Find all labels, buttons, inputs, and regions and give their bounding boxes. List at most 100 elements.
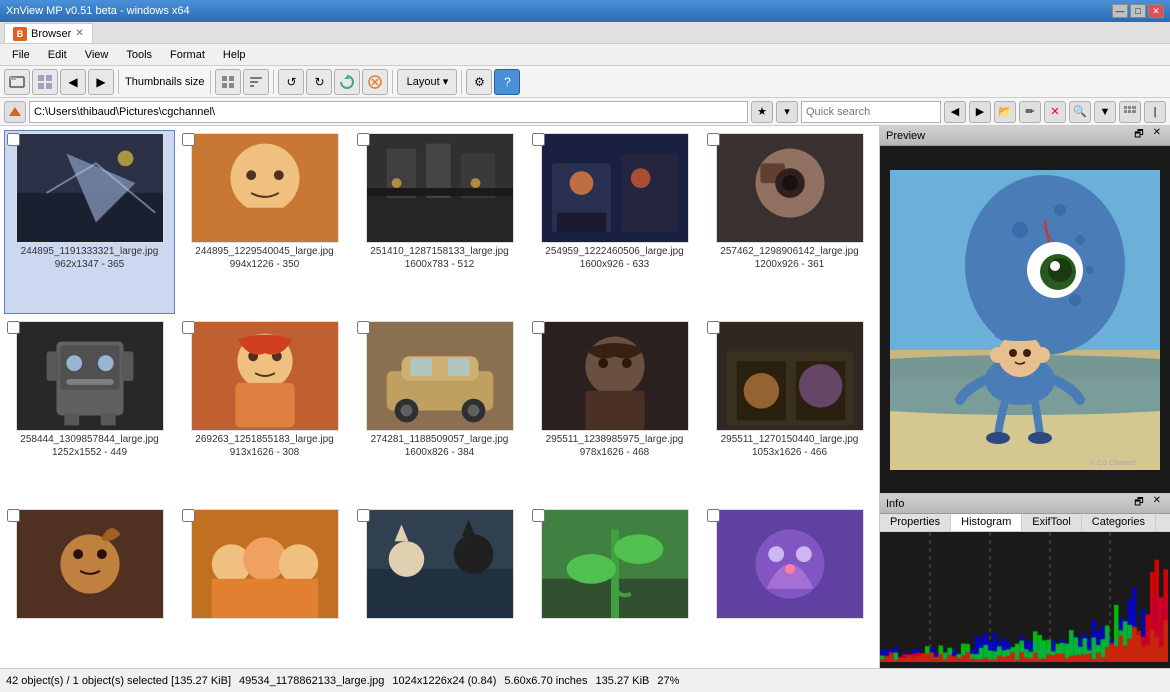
search-funnel-btn[interactable]: ▼ (1094, 101, 1116, 123)
nav-back[interactable]: ◀ (60, 69, 86, 95)
thumb-checkbox-6[interactable] (182, 321, 195, 334)
search-clear-btn[interactable]: ✕ (1044, 101, 1066, 123)
toolbar: ◀ ▶ Thumbnails size ↺ ↻ Layout ▾ ⚙ ? (0, 66, 1170, 98)
info-panel: Info 🗗 ✕ Properties Histogram ExifTool C… (880, 493, 1170, 668)
search-input[interactable] (801, 101, 941, 123)
nav-up-btn[interactable] (4, 101, 26, 123)
sep2 (210, 70, 211, 94)
statusbar: 42 object(s) / 1 object(s) selected [135… (0, 668, 1170, 692)
tab-categories[interactable]: Categories (1082, 514, 1156, 531)
view-toggle-btn[interactable] (1119, 101, 1141, 123)
minimize-button[interactable]: — (1112, 4, 1128, 18)
nav-fwd[interactable]: ▶ (88, 69, 114, 95)
info-restore-btn[interactable]: 🗗 (1131, 495, 1146, 512)
browse-button[interactable] (4, 69, 30, 95)
tab-close-icon[interactable]: ✕ (75, 28, 83, 39)
preview-label: Preview (886, 130, 925, 142)
star-btn[interactable]: ★ (751, 101, 773, 123)
view-btn[interactable] (32, 69, 58, 95)
menu-view[interactable]: View (77, 47, 117, 63)
settings-btn[interactable]: ⚙ (466, 69, 492, 95)
thumbnail-grid[interactable]: 244895_1191333321_large.jpg 962x1347 - 3… (0, 126, 879, 668)
preview-panel: © CG Channel (880, 146, 1170, 493)
search-back-btn[interactable]: ◀ (944, 101, 966, 123)
search-open-btn[interactable]: 📂 (994, 101, 1016, 123)
thumb-checkbox-2[interactable] (357, 133, 370, 146)
thumb-checkbox-14[interactable] (707, 509, 720, 522)
sep1 (118, 70, 119, 94)
help-btn[interactable]: ? (494, 69, 520, 95)
thumb-checkbox-4[interactable] (707, 133, 720, 146)
search-filter-btn[interactable]: 🔍 (1069, 101, 1091, 123)
close-button[interactable]: ✕ (1148, 4, 1164, 18)
thumbnail-item-3[interactable]: 254959_1222460506_large.jpg 1600x926 - 6… (529, 130, 700, 314)
rotate-left-btn[interactable]: ↺ (278, 69, 304, 95)
browser-tab[interactable]: B Browser ✕ (4, 23, 93, 43)
preview-restore-btn[interactable]: 🗗 (1131, 127, 1146, 144)
menu-help[interactable]: Help (215, 47, 254, 63)
thumbnail-item-9[interactable]: 295511_1270150440_large.jpg 1053x1626 - … (704, 318, 875, 502)
thumb-label-0: 244895_1191333321_large.jpg 962x1347 - 3… (7, 245, 172, 271)
thumbnail-item-8[interactable]: 295511_1238985975_large.jpg 978x1626 - 4… (529, 318, 700, 502)
tab-exiftool[interactable]: ExifTool (1022, 514, 1082, 531)
thumb-checkbox-11[interactable] (182, 509, 195, 522)
tab-properties[interactable]: Properties (880, 514, 951, 531)
thumbnail-item-7[interactable]: 274281_1188509057_large.jpg 1600x826 - 3… (354, 318, 525, 502)
histogram-content (880, 532, 1170, 668)
menu-file[interactable]: File (4, 47, 38, 63)
sort-btn[interactable] (243, 69, 269, 95)
thumbnail-item-4[interactable]: 257462_1298906142_large.jpg 1200x926 - 3… (704, 130, 875, 314)
menu-tools[interactable]: Tools (118, 47, 160, 63)
maximize-button[interactable]: □ (1130, 4, 1146, 18)
thumbnail-item-11[interactable] (179, 506, 350, 664)
thumb-checkbox-1[interactable] (182, 133, 195, 146)
thumbnail-item-13[interactable] (529, 506, 700, 664)
thumb-label-9: 295511_1270150440_large.jpg 1053x1626 - … (707, 433, 872, 459)
thumb-checkbox-10[interactable] (7, 509, 20, 522)
thumb-checkbox-8[interactable] (532, 321, 545, 334)
thumb-image-8 (541, 321, 689, 431)
address-input[interactable] (29, 101, 748, 123)
menubar: File Edit View Tools Format Help (0, 44, 1170, 66)
refresh-btn[interactable] (334, 69, 360, 95)
thumb-size-btn[interactable] (215, 69, 241, 95)
info-close-btn[interactable]: ✕ (1150, 495, 1164, 512)
right-panel: Preview 🗗 ✕ (880, 126, 1170, 668)
search-fwd-btn[interactable]: ▶ (969, 101, 991, 123)
thumbnail-item-10[interactable] (4, 506, 175, 664)
tab-histogram[interactable]: Histogram (951, 514, 1022, 531)
thumb-checkbox-9[interactable] (707, 321, 720, 334)
panel-toggle-btn[interactable]: | (1144, 101, 1166, 123)
dropdown-btn[interactable]: ▾ (776, 101, 798, 123)
thumbnail-item-14[interactable] (704, 506, 875, 664)
layout-btn[interactable]: Layout ▾ (397, 69, 457, 95)
thumb-label-6: 269263_1251855183_large.jpg 913x1626 - 3… (182, 433, 347, 459)
rotate-right-btn[interactable]: ↻ (306, 69, 332, 95)
thumb-checkbox-7[interactable] (357, 321, 370, 334)
search-edit-btn[interactable]: ✏ (1019, 101, 1041, 123)
info-label: Info (886, 498, 904, 510)
preview-close-btn[interactable]: ✕ (1150, 127, 1164, 144)
menu-edit[interactable]: Edit (40, 47, 75, 63)
thumbnail-item-5[interactable]: 258444_1309857844_large.jpg 1252x1552 - … (4, 318, 175, 502)
thumb-image-10 (16, 509, 164, 619)
thumb-label-7: 274281_1188509057_large.jpg 1600x826 - 3… (357, 433, 522, 459)
menu-format[interactable]: Format (162, 47, 213, 63)
thumb-image-5 (16, 321, 164, 431)
main-area: 244895_1191333321_large.jpg 962x1347 - 3… (0, 126, 1170, 668)
status-filename: 49534_1178862133_large.jpg (239, 675, 384, 687)
thumb-checkbox-0[interactable] (7, 133, 20, 146)
thumb-checkbox-13[interactable] (532, 509, 545, 522)
thumb-checkbox-3[interactable] (532, 133, 545, 146)
thumb-checkbox-12[interactable] (357, 509, 370, 522)
thumbnail-item-0[interactable]: 244895_1191333321_large.jpg 962x1347 - 3… (4, 130, 175, 314)
thumb-checkbox-5[interactable] (7, 321, 20, 334)
thumbnail-item-2[interactable]: 251410_1287158133_large.jpg 1600x783 - 5… (354, 130, 525, 314)
thumb-image-11 (191, 509, 339, 619)
thumb-label-8: 295511_1238985975_large.jpg 978x1626 - 4… (532, 433, 697, 459)
thumbnail-item-1[interactable]: 244895_1229540045_large.jpg 994x1226 - 3… (179, 130, 350, 314)
thumbnail-item-6[interactable]: 269263_1251855183_large.jpg 913x1626 - 3… (179, 318, 350, 502)
thumbnail-item-12[interactable] (354, 506, 525, 664)
svg-text:© CG Channel: © CG Channel (1090, 459, 1136, 467)
stop-btn[interactable] (362, 69, 388, 95)
